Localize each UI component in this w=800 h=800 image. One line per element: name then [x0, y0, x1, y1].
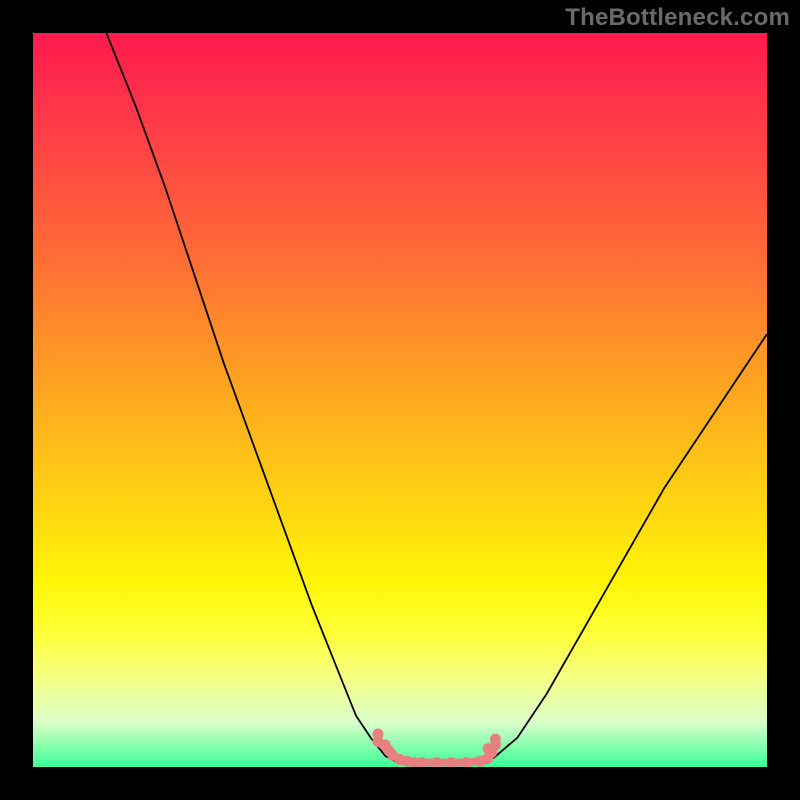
chart-frame: TheBottleneck.com — [0, 0, 800, 800]
bottom-cluster-dot — [372, 728, 383, 739]
chart-svg — [33, 33, 767, 767]
bottom-cluster-dot — [490, 734, 501, 745]
bottom-cluster-dot — [431, 757, 442, 767]
bottom-cluster-dot — [483, 743, 494, 754]
curve-layer — [106, 33, 767, 765]
plot-area — [33, 33, 767, 767]
bottom-cluster-dot — [446, 757, 457, 767]
marker-layer — [372, 728, 500, 767]
watermark-text: TheBottleneck.com — [565, 4, 790, 32]
bottleneck-curve — [106, 33, 767, 765]
bottom-cluster-dot — [380, 739, 391, 750]
